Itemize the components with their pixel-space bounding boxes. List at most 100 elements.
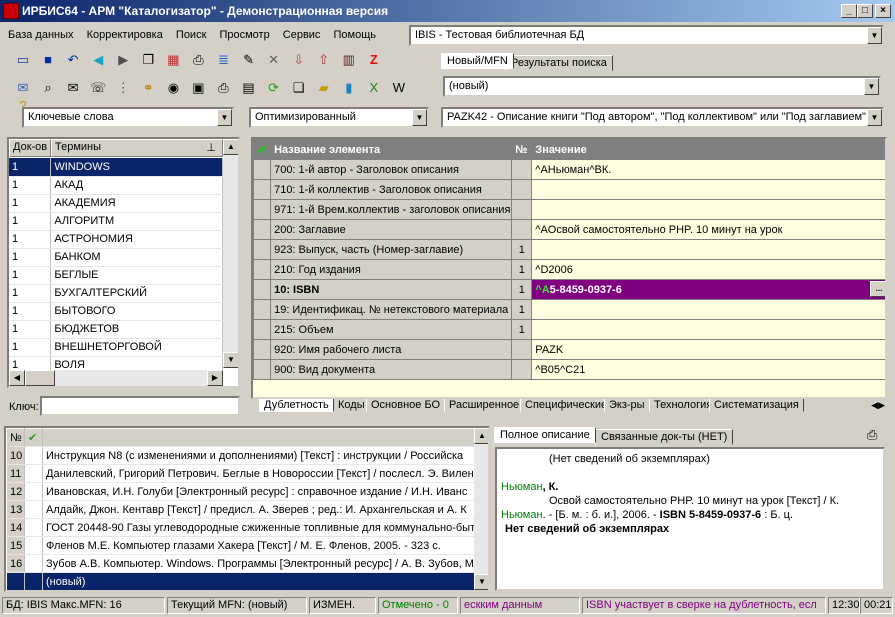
chat-icon[interactable]: ☏ [89, 79, 107, 97]
col-element-name[interactable]: Название элемента [270, 139, 513, 160]
field-value[interactable]: ^AОсвой самостоятельно PHP. 10 минут на … [531, 219, 885, 240]
chevron-down-icon[interactable]: ▼ [867, 27, 882, 44]
desc-author-link-2[interactable]: Ньюман [501, 509, 543, 521]
export-icon[interactable]: ⇧ [315, 51, 333, 69]
grid-icon[interactable]: ▦ [164, 51, 182, 69]
worksheet-tab[interactable]: Коды [333, 399, 370, 412]
record-checkbox[interactable] [24, 572, 43, 590]
term-row[interactable]: 1 АКАД [9, 176, 223, 195]
record-row[interactable]: 14 ГОСТ 20448-90 Газы углеводородные сжи… [6, 518, 475, 537]
worksheet-tab[interactable]: Дублетность [259, 399, 334, 412]
ellipsis-button[interactable]: ... [870, 281, 885, 297]
minimize-button[interactable]: _ [841, 4, 857, 18]
check-icon[interactable]: ✔ [24, 428, 43, 447]
record-row[interactable]: (новый) [6, 572, 475, 590]
worksheet-tab[interactable]: Специфические [520, 399, 613, 412]
field-value[interactable] [531, 299, 885, 320]
refresh-icon[interactable]: ⟳ [265, 79, 283, 97]
term-row[interactable]: 1 ВНЕШНЕТОРГОВОЙ [9, 338, 223, 357]
col-value[interactable]: Значение [531, 139, 885, 160]
pages-icon[interactable]: ❏ [290, 79, 308, 97]
maximize-button[interactable]: □ [857, 4, 873, 18]
report-icon[interactable]: ▤ [240, 79, 258, 97]
mail-icon[interactable]: ✉ [64, 79, 82, 97]
scroll-up-icon[interactable]: ▲ [223, 139, 238, 155]
term-row[interactable]: 1 АСТРОНОМИЯ [9, 230, 223, 249]
term-row[interactable]: 1 АКАДЕМИЯ [9, 194, 223, 213]
barcode-icon[interactable]: ▥ [340, 51, 358, 69]
menu-service[interactable]: Сервис [283, 29, 321, 41]
records-vscroll[interactable]: ▲ ▼ [474, 428, 488, 590]
field-row[interactable]: 200: Заглавие ^AОсвой самостоятельно PHP… [253, 219, 885, 240]
record-row[interactable]: 12 Ивановская, И.Н. Голуби [Электронный … [6, 482, 475, 501]
term-row[interactable]: 1 БЕГЛЫЕ [9, 266, 223, 285]
scroll-down-icon[interactable]: ▼ [223, 352, 238, 368]
tab-search-results[interactable]: Результаты поиска [505, 55, 613, 71]
folder-icon[interactable]: ▣ [189, 79, 207, 97]
printer-icon[interactable]: ⎙ [867, 427, 877, 443]
record-row[interactable]: 16 Зубов А.В. Компьютер. Windows. Програ… [6, 554, 475, 573]
worksheet-tab[interactable]: Систематизация [709, 399, 804, 412]
search-type-combo[interactable]: Ключевые слова ▼ [22, 107, 234, 128]
record-row[interactable]: 10 Инструкция N8 (с изменениями и дополн… [6, 446, 475, 465]
field-value[interactable]: ^B05^C21 [531, 359, 885, 380]
tree-icon[interactable]: ⋮ [114, 79, 132, 97]
scroll-left-icon[interactable]: ◀ [9, 370, 25, 386]
field-row[interactable]: 923: Выпуск, часть (Номер-заглавие) 1 [253, 239, 885, 260]
term-row[interactable]: 1 БЮДЖЕТОВ [9, 320, 223, 339]
save-icon[interactable]: ■ [39, 51, 57, 69]
field-row[interactable]: 971: 1-й Врем.коллектив - заголовок опис… [253, 199, 885, 220]
menu-edit[interactable]: Корректировка [87, 29, 163, 41]
record-checkbox[interactable] [24, 536, 43, 555]
record-checkbox[interactable] [24, 500, 43, 519]
record-row[interactable]: 13 Алдайк, Джон. Кентавр [Текст] / преди… [6, 500, 475, 519]
key-input[interactable] [40, 396, 240, 416]
record-checkbox[interactable] [24, 446, 43, 465]
records-col-description[interactable] [42, 428, 475, 447]
forward-arrow-icon[interactable]: ▶ [114, 51, 132, 69]
edit-icon[interactable]: ✎ [240, 51, 258, 69]
term-row[interactable]: 1 АЛГОРИТМ [9, 212, 223, 231]
check-icon[interactable]: ✔ [253, 139, 272, 160]
field-value[interactable] [531, 319, 885, 340]
copy-icon[interactable]: ❐ [139, 51, 157, 69]
close-button[interactable]: × [875, 4, 891, 18]
z3950-icon[interactable]: Z [365, 51, 383, 69]
mfn-combo[interactable]: (новый) ▼ [443, 76, 881, 97]
term-row[interactable]: 1 БУХГАЛТЕРСКИЙ [9, 284, 223, 303]
menu-search[interactable]: Поиск [176, 29, 206, 41]
undo-icon[interactable]: ↶ [64, 51, 82, 69]
new-document-icon[interactable]: ▭ [14, 51, 32, 69]
pin-icon[interactable]: ⊥ [206, 141, 216, 154]
tab-new-mfn[interactable]: Новый/MFN [441, 53, 514, 69]
scroll-down-icon[interactable]: ▼ [474, 574, 488, 590]
chevron-down-icon[interactable]: ▼ [867, 109, 882, 126]
link-icon[interactable]: ⚭ [139, 79, 157, 97]
record-row[interactable]: 11 Данилевский, Григорий Петрович. Беглы… [6, 464, 475, 483]
field-row[interactable]: 920: Имя рабочего листа PAZK [253, 339, 885, 360]
print2-icon[interactable]: ⎙ [215, 79, 233, 97]
back-arrow-icon[interactable]: ◀ [89, 51, 107, 69]
tab-linked-docs[interactable]: Связанные док-ты (НЕТ) [595, 429, 734, 445]
desc-author-link[interactable]: Ньюман [501, 481, 543, 493]
tab-scroll-arrows-icon[interactable]: ◀▶ [871, 400, 885, 411]
term-row[interactable]: 1 WINDOWS [9, 158, 223, 177]
field-row[interactable]: 900: Вид документа ^B05^C21 [253, 359, 885, 380]
database-combo[interactable]: IBIS - Тестовая библиотечная БД ▼ [409, 25, 884, 46]
worksheet-tab[interactable]: Технология [649, 399, 718, 412]
chevron-down-icon[interactable]: ▼ [864, 78, 879, 95]
term-row[interactable]: 1 БЫТОВОГО [9, 302, 223, 321]
chevron-down-icon[interactable]: ▼ [217, 109, 232, 126]
field-value[interactable] [531, 239, 885, 260]
record-row[interactable]: 15 Фленов М.Е. Компьютер глазами Хакера … [6, 536, 475, 555]
field-row[interactable]: 210: Год издания 1 ^D2006 [253, 259, 885, 280]
view-icon[interactable]: ◉ [164, 79, 182, 97]
search-doc-icon[interactable]: ⌕ [39, 79, 57, 97]
record-checkbox[interactable] [24, 554, 43, 573]
worksheet-tab[interactable]: Экз-ры [604, 399, 650, 412]
col-number[interactable]: № [511, 139, 533, 160]
field-value[interactable]: ^AНьюман^BК. [531, 159, 885, 180]
worksheet-tab[interactable]: Основное БО [366, 399, 446, 412]
menu-database[interactable]: База данных [8, 29, 74, 41]
mode-combo[interactable]: Оптимизированный ▼ [249, 107, 429, 128]
